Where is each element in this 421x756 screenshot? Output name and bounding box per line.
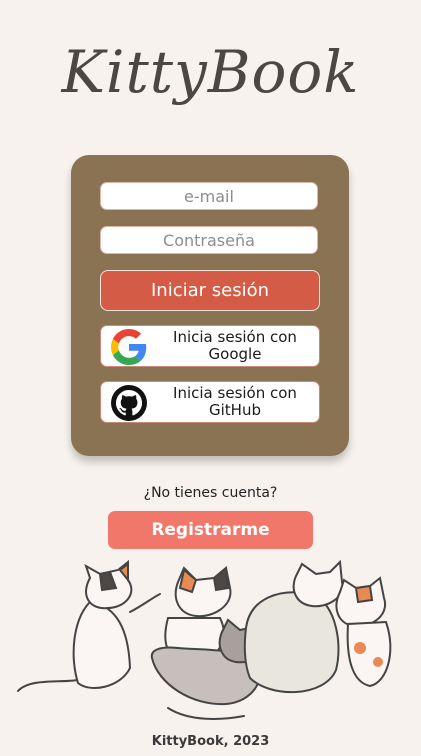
github-login-label: Inicia sesión con GitHub xyxy=(173,384,297,419)
google-icon xyxy=(111,329,147,365)
github-login-button[interactable]: Inicia sesión con GitHub xyxy=(100,381,320,423)
google-login-button[interactable]: Inicia sesión con Google xyxy=(100,325,320,367)
email-input[interactable] xyxy=(100,182,318,210)
login-card: Iniciar sesión Inicia sesión con Google … xyxy=(71,155,349,456)
password-input[interactable] xyxy=(100,226,318,254)
google-login-label: Inicia sesión con Google xyxy=(173,328,297,363)
footer-copyright: KittyBook, 2023 xyxy=(151,734,270,749)
github-icon xyxy=(111,385,147,421)
register-button[interactable]: Registrarme xyxy=(108,511,313,549)
no-account-question: ¿No tienes cuenta? xyxy=(143,485,278,501)
cats-illustration xyxy=(17,559,392,720)
login-button[interactable]: Iniciar sesión xyxy=(100,270,320,311)
app-logo: KittyBook xyxy=(61,38,360,106)
